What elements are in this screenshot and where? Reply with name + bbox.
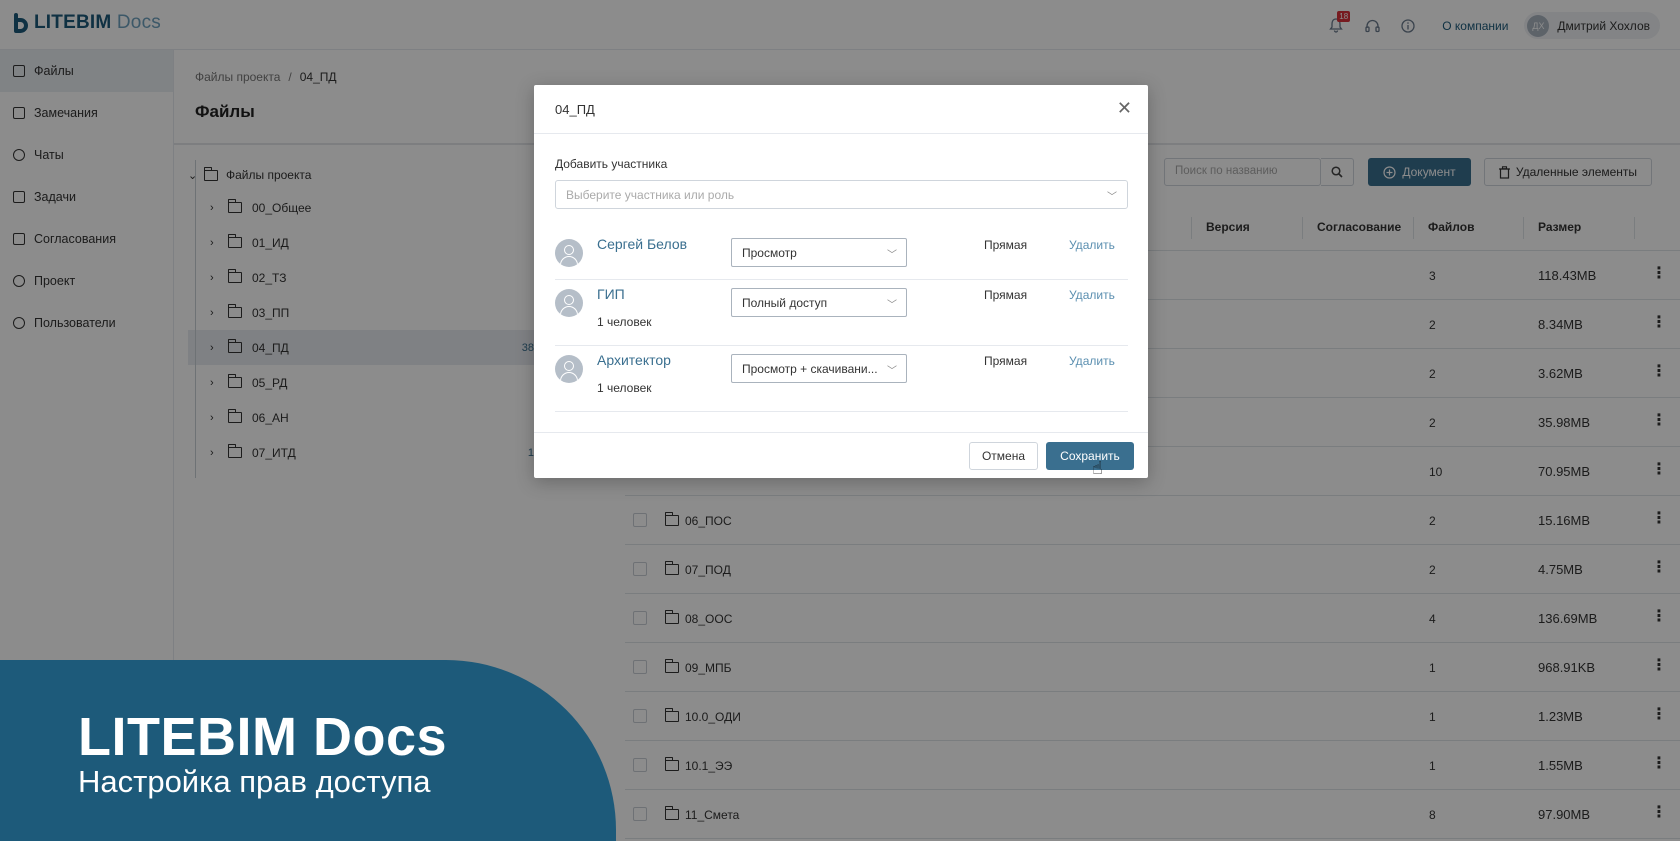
member-row: Сергей Белов Просмотр ﹀ Прямая Удалить [555, 225, 1128, 280]
cancel-button[interactable]: Отмена [969, 442, 1038, 470]
access-level-value: Просмотр [742, 246, 797, 260]
access-level-value: Просмотр + скачивани... [742, 362, 878, 376]
member-count: 1 человек [597, 381, 652, 395]
delete-member-link[interactable]: Удалить [1069, 288, 1115, 302]
avatar [555, 289, 583, 317]
access-settings-dialog: 04_ПД ✕ Добавить участника Выберите учас… [534, 85, 1148, 478]
member-name[interactable]: ГИП [597, 286, 625, 302]
member-row: Архитектор 1 человек Просмотр + скачиван… [555, 346, 1128, 412]
member-name[interactable]: Сергей Белов [597, 236, 687, 252]
access-level-select[interactable]: Полный доступ ﹀ [731, 288, 907, 317]
chevron-down-icon: ﹀ [887, 366, 897, 377]
avatar [555, 355, 583, 383]
chevron-down-icon: ﹀ [887, 250, 897, 261]
delete-member-link[interactable]: Удалить [1069, 354, 1115, 368]
add-member-label: Добавить участника [555, 157, 668, 171]
access-level-select[interactable]: Просмотр ﹀ [731, 238, 907, 267]
add-member-select[interactable]: Выберите участника или роль ﹀ [555, 180, 1128, 209]
save-button[interactable]: Сохранить [1046, 442, 1134, 470]
member-name[interactable]: Архитектор [597, 352, 671, 368]
chevron-down-icon: ﹀ [1107, 192, 1117, 203]
delete-member-link[interactable]: Удалить [1069, 238, 1115, 252]
member-count: 1 человек [597, 315, 652, 329]
member-row: ГИП 1 человек Полный доступ ﹀ Прямая Удал… [555, 280, 1128, 346]
hand-cursor-icon: ☝ [1092, 458, 1103, 478]
avatar [555, 239, 583, 267]
add-member-placeholder: Выберите участника или роль [566, 188, 735, 202]
access-type: Прямая [984, 238, 1028, 252]
chevron-down-icon: ﹀ [887, 300, 897, 311]
divider [534, 133, 1148, 134]
access-type: Прямая [984, 288, 1028, 302]
access-level-value: Полный доступ [742, 296, 828, 310]
banner-title: LITEBIM Docs [78, 707, 448, 767]
access-type: Прямая [984, 354, 1028, 368]
access-level-select[interactable]: Просмотр + скачивани... ﹀ [731, 354, 907, 383]
dialog-title: 04_ПД [555, 102, 595, 117]
divider [534, 432, 1148, 433]
banner-subtitle: Настройка прав доступа [78, 764, 431, 799]
close-icon[interactable]: ✕ [1117, 98, 1132, 118]
